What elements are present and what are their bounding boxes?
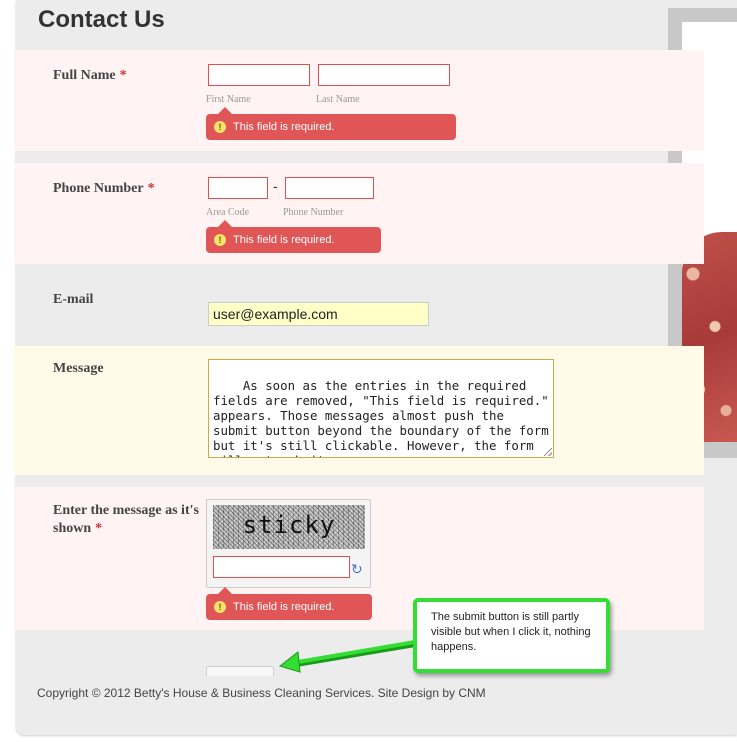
area-code-sublabel: Area Code	[206, 207, 250, 218]
first-name-sublabel: First Name	[206, 94, 251, 105]
required-marker: *	[119, 68, 127, 83]
area-code-input[interactable]	[208, 177, 268, 199]
email-label: E-mail	[53, 292, 94, 307]
first-name-input[interactable]	[208, 64, 310, 86]
captcha-input[interactable]	[213, 556, 350, 578]
phone-number-sublabel: Phone Number	[283, 207, 344, 218]
captcha-label: Enter the message as it's shown *	[53, 502, 203, 538]
phone-label: Phone Number *	[53, 180, 155, 198]
page-title: Contact Us	[38, 6, 165, 33]
phone-label-text: Phone Number	[53, 181, 144, 196]
full-name-error-tip: ! This field is required.	[206, 107, 456, 140]
warning-icon: !	[214, 121, 226, 133]
submit-button[interactable]	[206, 666, 274, 676]
message-label: Message	[53, 361, 104, 376]
captcha-label-text: Enter the message as it's shown	[53, 503, 199, 536]
full-name-label-text: Full Name	[53, 68, 116, 83]
resize-handle[interactable]	[544, 448, 552, 456]
required-marker: *	[147, 181, 155, 196]
last-name-sublabel: Last Name	[316, 94, 360, 105]
error-text: This field is required.	[233, 601, 335, 613]
phone-separator: -	[273, 178, 278, 194]
phone-number-input[interactable]	[285, 177, 374, 199]
phone-error-tip: ! This field is required.	[206, 220, 381, 253]
message-textarea[interactable]: As soon as the entries in the required f…	[208, 359, 554, 458]
captcha-box: sticky ↻	[206, 499, 371, 588]
email-input[interactable]: user@example.com	[208, 302, 429, 326]
email-row: E-mail user@example.com	[14, 276, 704, 346]
error-text: This field is required.	[233, 234, 335, 246]
refresh-icon[interactable]: ↻	[351, 563, 365, 577]
annotation-callout: The submit button is still partly visibl…	[413, 598, 610, 673]
captcha-error-tip: ! This field is required.	[206, 587, 372, 620]
full-name-row: Full Name * First Name Last Name ! This f…	[14, 50, 704, 151]
required-marker: *	[95, 521, 103, 536]
message-row: Message As soon as the entries in the re…	[14, 346, 704, 475]
last-name-input[interactable]	[318, 64, 450, 86]
message-text: As soon as the entries in the required f…	[213, 378, 549, 457]
footer-copyright: Copyright © 2012 Betty's House & Busines…	[37, 686, 486, 700]
captcha-image: sticky	[213, 505, 365, 549]
full-name-label: Full Name *	[53, 67, 127, 85]
warning-icon: !	[214, 234, 226, 246]
captcha-word: sticky	[242, 511, 336, 539]
warning-icon: !	[214, 601, 226, 613]
phone-row: Phone Number * - Area Code Phone Number !…	[14, 163, 704, 264]
error-text: This field is required.	[233, 121, 335, 133]
